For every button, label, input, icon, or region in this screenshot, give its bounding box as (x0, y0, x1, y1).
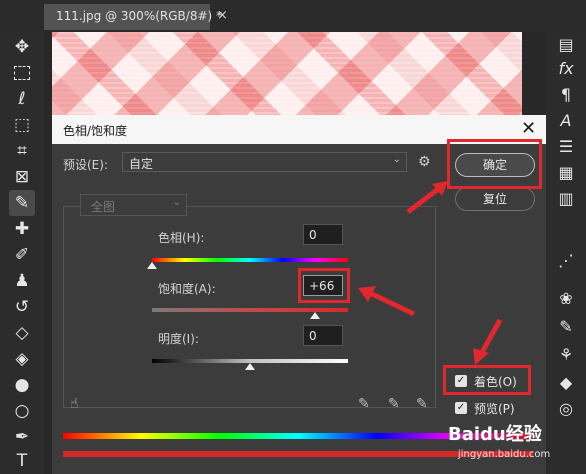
eraser-tool-icon[interactable]: ◇ (9, 320, 35, 346)
eyedropper-tool-icon[interactable]: ✎ (9, 190, 35, 216)
tools-panel: ✥ ℓ ⬚ ⌗ ⊠ ✎ ✚ ✐ ♟ ↺ ◇ ◈ ● ○ ✒ T (0, 30, 44, 474)
annotation-arrow-ok (406, 181, 448, 214)
hue-value-input[interactable]: 0 (303, 224, 343, 245)
move-tool-icon[interactable]: ✥ (9, 34, 35, 60)
colorize-highlight (443, 365, 531, 395)
hue-slider-knob[interactable] (147, 262, 157, 269)
preset-value: 自定 (129, 157, 154, 171)
dialog-close-icon[interactable]: ✕ (521, 118, 536, 139)
subtract-from-sample-eyedropper-icon[interactable]: ✎ (416, 396, 428, 412)
channels-panel-icon[interactable]: ◎ (553, 396, 579, 422)
hue-track (152, 258, 348, 262)
preset-chevron-down-icon: ⌄ (392, 154, 401, 165)
annotation-arrow-saturation (358, 286, 416, 317)
reset-button[interactable]: 复位 (455, 187, 535, 211)
channel-dropdown[interactable]: 全图 ⌄ (80, 194, 187, 216)
blur-tool-icon[interactable]: ● (9, 372, 35, 398)
lightness-slider-knob[interactable] (245, 363, 255, 370)
on-image-adjust-hand-icon[interactable]: ☝ (70, 396, 79, 412)
dodge-tool-icon[interactable]: ○ (9, 398, 35, 424)
eyedropper-icon[interactable]: ✎ (358, 396, 370, 412)
crop-tool-icon[interactable]: ⌗ (9, 138, 35, 164)
fx-panel-icon[interactable]: fx (553, 56, 579, 82)
paint-bucket-tool-icon[interactable]: ◈ (9, 346, 35, 372)
saturation-slider-knob[interactable] (309, 312, 320, 319)
saturation-highlight (298, 268, 350, 303)
brush-settings-panel-icon[interactable]: ⚘ (553, 342, 579, 368)
document-tab-close-icon[interactable]: × (217, 8, 228, 23)
ok-button-highlight (447, 139, 542, 189)
paths-panel-icon[interactable]: ⋰ (553, 248, 579, 274)
adjustments-panel-icon[interactable]: ▥ (553, 186, 579, 212)
paragraph-panel-icon[interactable]: ¶ (553, 82, 579, 108)
dialog-title: 色相/饱和度 (63, 124, 128, 138)
brushes-panel-icon[interactable]: ✎ (553, 314, 579, 340)
preset-dropdown[interactable]: 自定 ⌄ (122, 152, 407, 172)
annotation-arrow-colorize (473, 318, 503, 365)
saturation-label: 饱和度(A): (158, 282, 216, 296)
brush-tool-icon[interactable]: ✐ (9, 242, 35, 268)
marquee-tool-icon[interactable] (9, 60, 35, 86)
history-brush-tool-icon[interactable]: ↺ (9, 294, 35, 320)
document-tab-label: 111.jpg @ 300%(RGB/8#) * (56, 9, 223, 23)
lasso-tool-icon[interactable]: ℓ (9, 86, 35, 112)
channel-value: 全图 (91, 200, 116, 214)
watermark-brand: Baidu经验 (448, 424, 542, 445)
character-panel-icon[interactable]: A (553, 108, 579, 134)
preset-label: 预设(E): (63, 158, 108, 172)
glyphs-panel-icon[interactable]: ▦ (553, 160, 579, 186)
layers-panel-icon[interactable]: ◆ (553, 370, 579, 396)
type-tool-icon[interactable]: T (9, 448, 35, 474)
lightness-label: 明度(I): (158, 332, 199, 346)
watermark-url: jingyan.baidu.com (458, 449, 551, 460)
stamp-tool-icon[interactable]: ♟ (9, 268, 35, 294)
quick-select-tool-icon[interactable]: ⬚ (9, 112, 35, 138)
history-panel-icon[interactable]: ▤ (553, 32, 579, 58)
channel-chevron-down-icon: ⌄ (172, 197, 181, 208)
pen-tool-icon[interactable]: ✒ (9, 424, 35, 450)
frame-tool-icon[interactable]: ⊠ (9, 164, 35, 190)
panels-dock: ▤ fx ¶ A ☰ ▦ ▥ ⋰ ❀ ✎ ⚘ ◆ ◎ (545, 30, 586, 474)
lightness-value-input[interactable]: 0 (303, 325, 343, 346)
preview-checkbox[interactable]: ✓ (455, 402, 467, 414)
properties-panel-icon[interactable]: ☰ (553, 134, 579, 160)
swatches-panel-icon[interactable]: ❀ (553, 286, 579, 312)
preset-options-gear-icon[interactable]: ⚙ (418, 154, 431, 170)
healing-brush-tool-icon[interactable]: ✚ (9, 216, 35, 242)
add-to-sample-eyedropper-icon[interactable]: ✎ (388, 396, 400, 412)
preview-label: 预览(P) (474, 402, 515, 416)
hue-label: 色相(H): (158, 231, 205, 245)
